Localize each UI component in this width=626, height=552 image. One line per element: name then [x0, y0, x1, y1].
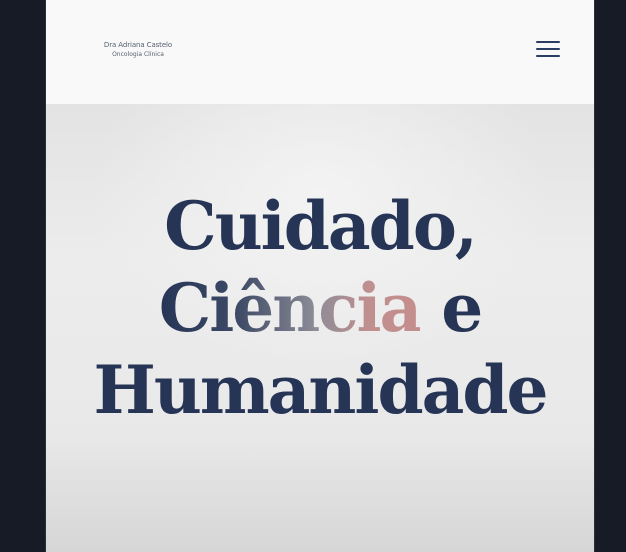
hamburger-menu-icon[interactable]	[532, 36, 564, 62]
hero-word-e: e	[420, 269, 483, 347]
logo-name: Dra Adriana Castelo	[103, 41, 173, 49]
menu-bar	[536, 48, 560, 50]
site-frame: Dra Adriana Castelo Oncologia Clínica Cu…	[46, 0, 594, 552]
menu-bar	[536, 41, 560, 43]
logo-specialty: Oncologia Clínica	[112, 51, 164, 58]
hero-headline-line3: Humanidade	[93, 351, 548, 429]
menu-bar	[536, 55, 560, 57]
hero-headline-line2: Ciência e	[46, 268, 594, 348]
site-header: Dra Adriana Castelo Oncologia Clínica	[46, 0, 594, 104]
hero-word-ciencia: Ciência	[158, 269, 423, 347]
site-logo[interactable]: Dra Adriana Castelo Oncologia Clínica	[98, 40, 178, 60]
hero-headline-line1: Cuidado,	[164, 187, 478, 265]
